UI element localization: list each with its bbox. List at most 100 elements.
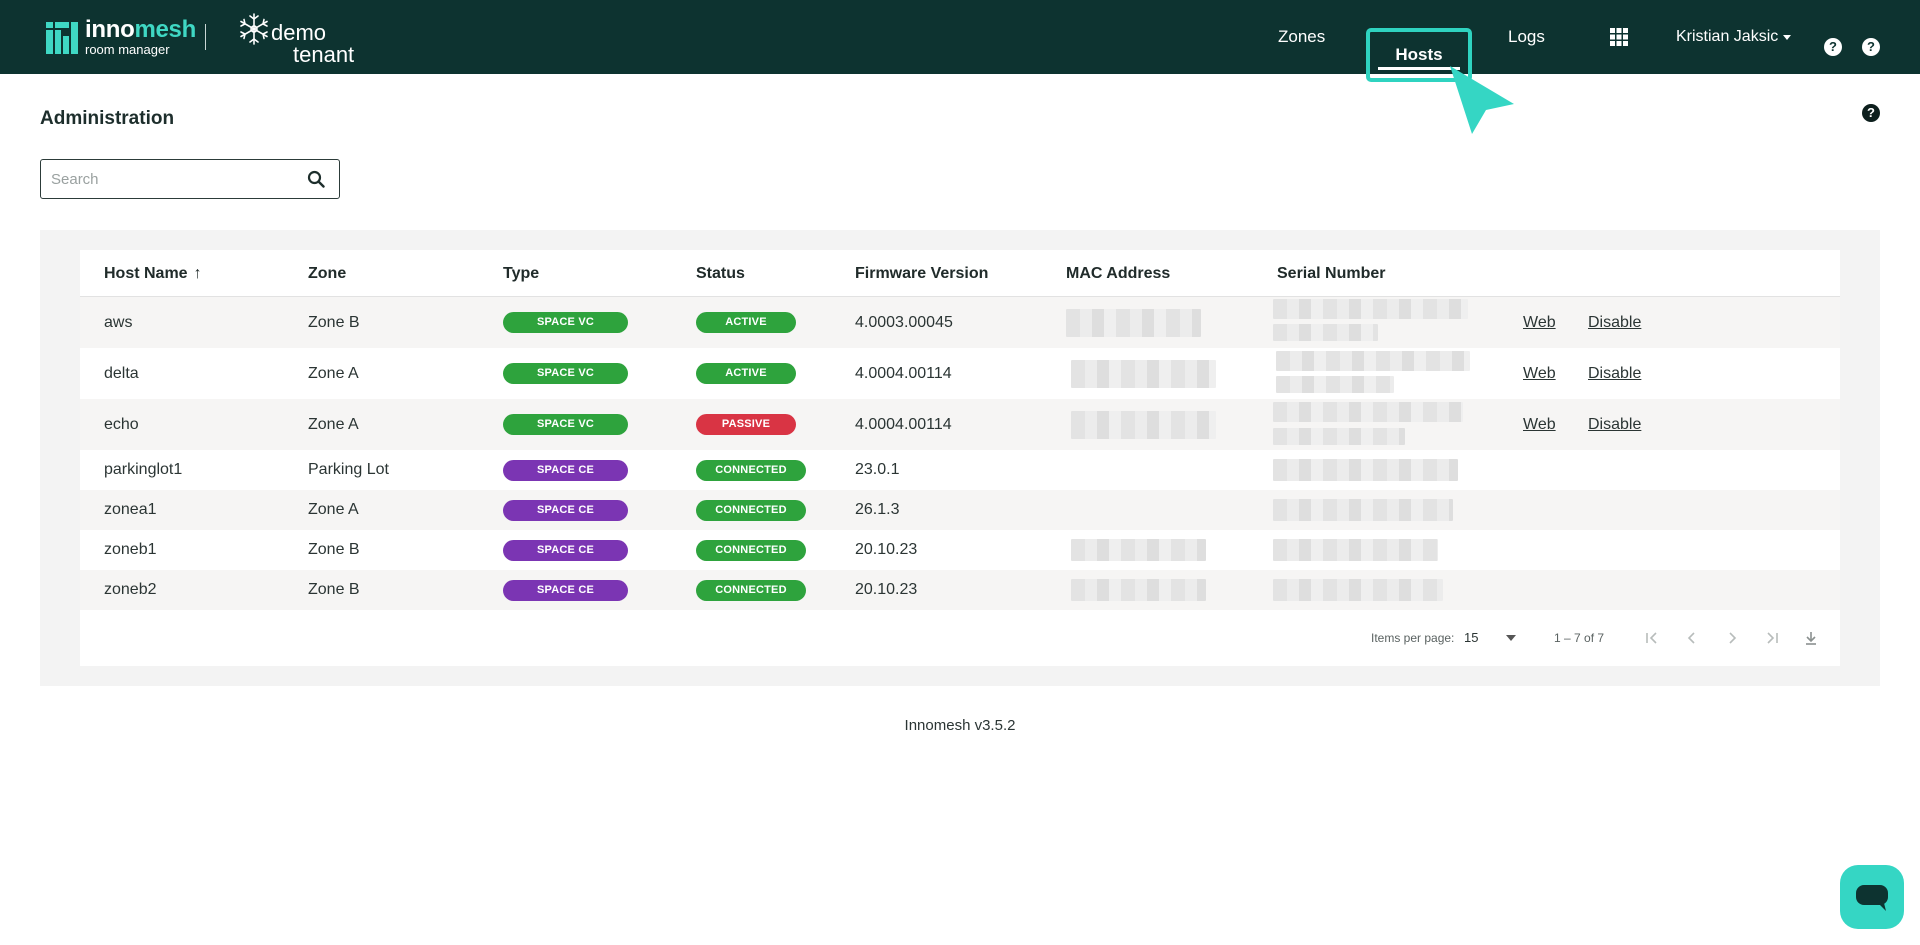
type-cell: SPACE CE bbox=[503, 450, 628, 490]
column-zone[interactable]: Zone bbox=[308, 250, 346, 297]
host-name-cell: echo bbox=[104, 415, 139, 433]
table-row[interactable]: echo Zone A SPACE VC PASSIVE 4.0004.00114 Web… bbox=[80, 399, 1840, 450]
firmware-cell: 26.1.3 bbox=[855, 501, 900, 518]
table-row[interactable]: aws Zone B SPACE VC ACTIVE 4.0003.00045 Web Di… bbox=[80, 297, 1840, 348]
items-per-page-chevron-down-icon[interactable] bbox=[1506, 635, 1516, 641]
table-row[interactable]: parkinglot1 Parking Lot SPACE CE CONNECTED 2… bbox=[80, 450, 1840, 490]
host-name-cell: zoneb2 bbox=[104, 581, 157, 598]
status-badge: CONNECTED bbox=[696, 459, 806, 481]
firmware-cell: 4.0004.00114 bbox=[855, 364, 952, 382]
column-firmware-version[interactable]: Firmware Version bbox=[855, 250, 988, 297]
serial-number-redacted bbox=[1273, 499, 1453, 521]
status-cell: CONNECTED bbox=[696, 490, 806, 530]
disable-action-cell: Disable bbox=[1588, 399, 1641, 450]
sort-arrow-icon: ↑ bbox=[193, 265, 202, 282]
zone-cell: Zone A bbox=[308, 501, 359, 518]
type-cell: SPACE VC bbox=[503, 297, 628, 348]
type-cell: SPACE CE bbox=[503, 490, 628, 530]
search-input[interactable] bbox=[51, 160, 291, 198]
apps-grid-icon[interactable] bbox=[1610, 0, 1628, 74]
innomesh-logo[interactable]: innomesh room manager bbox=[46, 16, 196, 58]
zone-cell: Zone B bbox=[308, 581, 360, 598]
web-link[interactable]: Web bbox=[1523, 314, 1556, 332]
items-per-page-select[interactable]: 15 bbox=[1464, 610, 1478, 666]
chat-button[interactable] bbox=[1840, 865, 1904, 929]
serial-number-redacted bbox=[1273, 402, 1463, 422]
type-badge: SPACE CE bbox=[503, 499, 628, 521]
serial-number-redacted bbox=[1276, 376, 1394, 393]
table-row[interactable]: delta Zone A SPACE VC ACTIVE 4.0004.00114 Web… bbox=[80, 348, 1840, 399]
page-range: 1 – 7 of 7 bbox=[1554, 631, 1605, 645]
search-icon[interactable] bbox=[307, 170, 325, 188]
column-type[interactable]: Type bbox=[503, 250, 539, 297]
status-badge: CONNECTED bbox=[696, 499, 806, 521]
serial-number-redacted bbox=[1273, 324, 1378, 341]
mac-address-redacted bbox=[1071, 579, 1206, 601]
type-badge: SPACE VC bbox=[503, 414, 628, 435]
serial-number-redacted bbox=[1276, 351, 1470, 371]
disable-link[interactable]: Disable bbox=[1588, 365, 1641, 383]
type-cell: SPACE CE bbox=[503, 530, 628, 570]
hosts-table: Host Name ↑ Zone Type Status Firmware Ver… bbox=[80, 250, 1840, 666]
first-page-icon[interactable] bbox=[1642, 628, 1662, 648]
status-badge: ACTIVE bbox=[696, 312, 796, 333]
table-row[interactable]: zonea1 Zone A SPACE CE CONNECTED 26.1.3 bbox=[80, 490, 1840, 530]
disable-link[interactable]: Disable bbox=[1588, 416, 1641, 434]
type-cell: SPACE CE bbox=[503, 570, 628, 610]
nav-logs[interactable]: Logs bbox=[1508, 0, 1545, 74]
tenant-name-line2: tenant bbox=[293, 42, 355, 67]
firmware-cell: 20.10.23 bbox=[855, 581, 918, 598]
help-icon[interactable]: ? bbox=[1824, 38, 1842, 56]
page-title: Administration bbox=[40, 108, 175, 129]
tenant-name-line1: demo bbox=[271, 20, 327, 45]
paginator: Items per page: 15 1 – 7 of 7 bbox=[80, 610, 1840, 666]
mac-address-redacted bbox=[1071, 539, 1206, 561]
status-cell: CONNECTED bbox=[696, 570, 806, 610]
search-box bbox=[40, 159, 340, 199]
status-cell: CONNECTED bbox=[696, 530, 806, 570]
serial-number-redacted bbox=[1273, 459, 1458, 481]
web-action-cell: Web bbox=[1523, 348, 1556, 399]
status-cell: ACTIVE bbox=[696, 348, 796, 399]
firmware-cell: 23.0.1 bbox=[855, 461, 900, 478]
column-host-name[interactable]: Host Name ↑ bbox=[104, 250, 202, 297]
disable-action-cell: Disable bbox=[1588, 297, 1641, 348]
web-link[interactable]: Web bbox=[1523, 365, 1556, 383]
last-page-icon[interactable] bbox=[1762, 628, 1782, 648]
top-navigation-bar: innomesh room manager demo tenant Zones … bbox=[0, 0, 1920, 82]
pointer-cursor-icon bbox=[1450, 66, 1514, 134]
host-name-cell: aws bbox=[104, 313, 133, 331]
column-status[interactable]: Status bbox=[696, 250, 745, 297]
zone-cell: Zone B bbox=[308, 541, 360, 558]
status-cell: ACTIVE bbox=[696, 297, 796, 348]
download-icon[interactable] bbox=[1801, 628, 1821, 648]
previous-page-icon[interactable] bbox=[1682, 628, 1702, 648]
zone-cell: Zone A bbox=[308, 415, 359, 433]
type-badge: SPACE VC bbox=[503, 363, 628, 384]
table-header: Host Name ↑ Zone Type Status Firmware Ver… bbox=[80, 250, 1840, 297]
user-name: Kristian Jaksic bbox=[1676, 28, 1779, 45]
help-circle-icon[interactable]: ? bbox=[1862, 38, 1880, 56]
type-cell: SPACE VC bbox=[503, 348, 628, 399]
host-name-cell: parkinglot1 bbox=[104, 461, 183, 478]
user-menu[interactable]: Kristian Jaksic bbox=[1676, 0, 1792, 74]
column-serial-number[interactable]: Serial Number bbox=[1277, 250, 1385, 297]
table-row[interactable]: zoneb2 Zone B SPACE CE CONNECTED 20.10.23 bbox=[80, 570, 1840, 610]
firmware-cell: 20.10.23 bbox=[855, 541, 918, 558]
chevron-down-icon bbox=[1783, 34, 1792, 40]
snowflake-icon bbox=[240, 13, 268, 45]
host-name-cell: delta bbox=[104, 364, 139, 382]
status-cell: CONNECTED bbox=[696, 450, 806, 490]
zone-cell: Zone B bbox=[308, 313, 360, 331]
table-row[interactable]: zoneb1 Zone B SPACE CE CONNECTED 20.10.23 bbox=[80, 530, 1840, 570]
web-link[interactable]: Web bbox=[1523, 416, 1556, 434]
serial-number-redacted bbox=[1273, 539, 1438, 561]
nav-zones[interactable]: Zones bbox=[1278, 0, 1325, 74]
next-page-icon[interactable] bbox=[1722, 628, 1742, 648]
disable-link[interactable]: Disable bbox=[1588, 314, 1641, 332]
column-mac-address[interactable]: MAC Address bbox=[1066, 250, 1170, 297]
host-name-cell: zonea1 bbox=[104, 501, 157, 518]
nav-hosts-label: Hosts bbox=[1395, 45, 1443, 64]
status-badge: CONNECTED bbox=[696, 539, 806, 561]
page-help-icon[interactable]: ? bbox=[1862, 104, 1880, 122]
